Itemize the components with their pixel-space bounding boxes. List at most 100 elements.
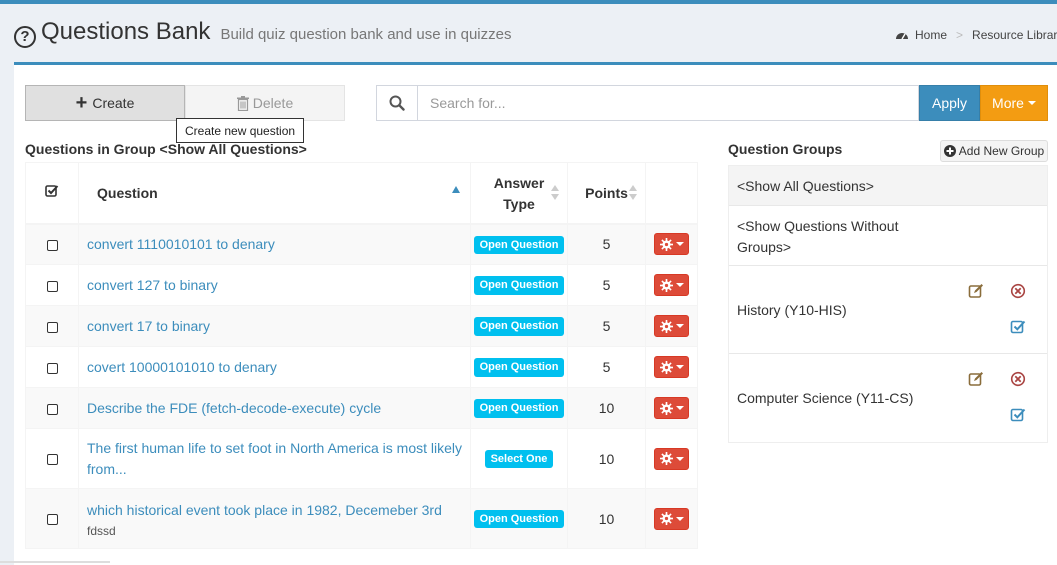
caret-down-icon [675,456,684,461]
caret-down-icon [675,324,684,328]
row-checkbox[interactable] [46,403,58,415]
more-dropdown-button[interactable]: More [980,85,1048,121]
group-item-without-groups[interactable]: <Show Questions Without Groups> [729,206,1047,266]
search-icon [389,95,405,111]
sort-icon [551,185,559,201]
question-link[interactable]: covert 10000101010 to denary [87,359,277,375]
gears-icon [659,452,673,465]
question-header-label: Question [97,184,158,201]
check-square-icon[interactable] [45,184,59,198]
group-item-label: History (Y10-HIS) [737,301,847,318]
question-link[interactable]: convert 17 to binary [87,318,210,334]
answer-type-cell: Open Question [470,223,568,265]
questions-section-title: Questions in Group <Show All Questions> [25,141,307,157]
assign-check-icon[interactable] [1010,407,1026,423]
answer-type-cell: Open Question [470,387,568,429]
points-cell: 10 [567,428,646,489]
subtitle-text: Build quiz question bank and use in quiz… [220,26,512,43]
create-button[interactable]: + Create [25,85,185,121]
row-actions-button[interactable] [654,356,689,378]
question-link[interactable]: convert 1110010101 to denary [87,236,275,252]
row-actions-button[interactable] [654,397,689,419]
row-actions-button[interactable] [654,447,689,470]
remove-icon[interactable] [1010,371,1026,387]
more-button-label: More [992,95,1024,111]
question-cell: convert 1110010101 to denary [78,223,471,265]
question-link[interactable]: convert 127 to binary [87,277,218,293]
sort-asc-icon [452,186,460,193]
answer-type-header-label: Answer Type [493,174,545,212]
answer-type-badge: Select One [484,449,554,469]
page-title: ? Questions Bank Build quiz question ban… [14,18,512,48]
row-actions-button[interactable] [654,274,689,296]
table-row: convert 17 to binary Open Question 5 [25,305,698,347]
answer-type-cell: Open Question [470,305,568,347]
row-checkbox-cell [25,488,79,549]
plus-circle-icon [943,145,956,157]
groups-list: <Show All Questions> <Show Questions Wit… [728,165,1048,443]
group-item-history[interactable]: History (Y10-HIS) [729,266,1047,354]
breadcrumb-separator: > [956,28,964,42]
group-item-label: <Show Questions Without Groups> [737,218,899,255]
search-input[interactable] [417,85,919,121]
question-link[interactable]: which historical event took place in 198… [87,502,442,518]
select-all-header[interactable] [25,162,79,225]
answer-type-badge: Open Question [473,509,565,529]
group-item-label: <Show All Questions> [737,177,874,194]
points-cell: 5 [567,223,646,265]
edit-icon[interactable] [968,371,984,387]
delete-button[interactable]: Delete [185,85,345,121]
row-checkbox-cell [25,305,79,347]
breadcrumb: Home > Resource Library [895,28,1057,42]
row-checkbox-cell [25,264,79,306]
action-cell [645,387,698,429]
question-link[interactable]: The first human life to set foot in Nort… [87,440,462,477]
answer-type-column-header[interactable]: Answer Type [470,162,568,225]
create-button-label: Create [92,95,135,111]
gears-icon [659,278,673,292]
page-header: ? Questions Bank Build quiz question ban… [0,4,1057,62]
question-column-header[interactable]: Question [78,162,471,225]
add-new-group-button[interactable]: Add New Group [940,140,1048,162]
question-link[interactable]: Describe the FDE (fetch-decode-execute) … [87,400,381,416]
group-item-show-all[interactable]: <Show All Questions> [729,166,1047,206]
table-header-row: Question Answer Type Points [25,162,698,225]
row-checkbox[interactable] [46,454,58,466]
trash-icon [236,95,249,111]
table-row: which historical event took place in 198… [25,488,698,549]
edit-icon[interactable] [968,283,984,299]
question-cell: The first human life to set foot in Nort… [78,428,471,489]
row-actions-button[interactable] [654,315,689,337]
row-checkbox[interactable] [46,514,58,526]
answer-type-badge: Open Question [473,235,565,254]
answer-type-cell: Open Question [470,346,568,388]
points-cell: 5 [567,305,646,347]
row-actions-button[interactable] [654,507,689,530]
row-checkbox[interactable] [46,321,58,333]
row-actions-button[interactable] [654,233,689,256]
row-checkbox[interactable] [46,362,58,374]
group-item-computer-science[interactable]: Computer Science (Y11-CS) [729,354,1047,442]
caret-down-icon [675,406,684,410]
question-cell: covert 10000101010 to denary [78,346,471,388]
caret-down-icon [675,242,684,247]
gears-icon [659,319,673,333]
apply-button[interactable]: Apply [919,85,980,121]
gears-icon [659,401,673,415]
caret-down-icon [1027,101,1036,105]
row-checkbox[interactable] [46,240,58,252]
row-checkbox[interactable] [46,280,58,292]
points-column-header[interactable]: Points [567,162,646,225]
row-checkbox-cell [25,387,79,429]
caret-down-icon [675,283,684,287]
breadcrumb-resource-library[interactable]: Resource Library [972,28,1057,42]
delete-button-label: Delete [252,95,294,111]
breadcrumb-home[interactable]: Home [915,28,947,42]
questions-table: Question Answer Type Points convert 1110… [25,162,698,549]
question-cell: convert 17 to binary [78,305,471,347]
points-cell: 5 [567,346,646,388]
assign-check-icon[interactable] [1010,319,1026,335]
remove-icon[interactable] [1010,283,1026,299]
points-cell: 10 [567,387,646,429]
gears-icon [659,237,673,251]
